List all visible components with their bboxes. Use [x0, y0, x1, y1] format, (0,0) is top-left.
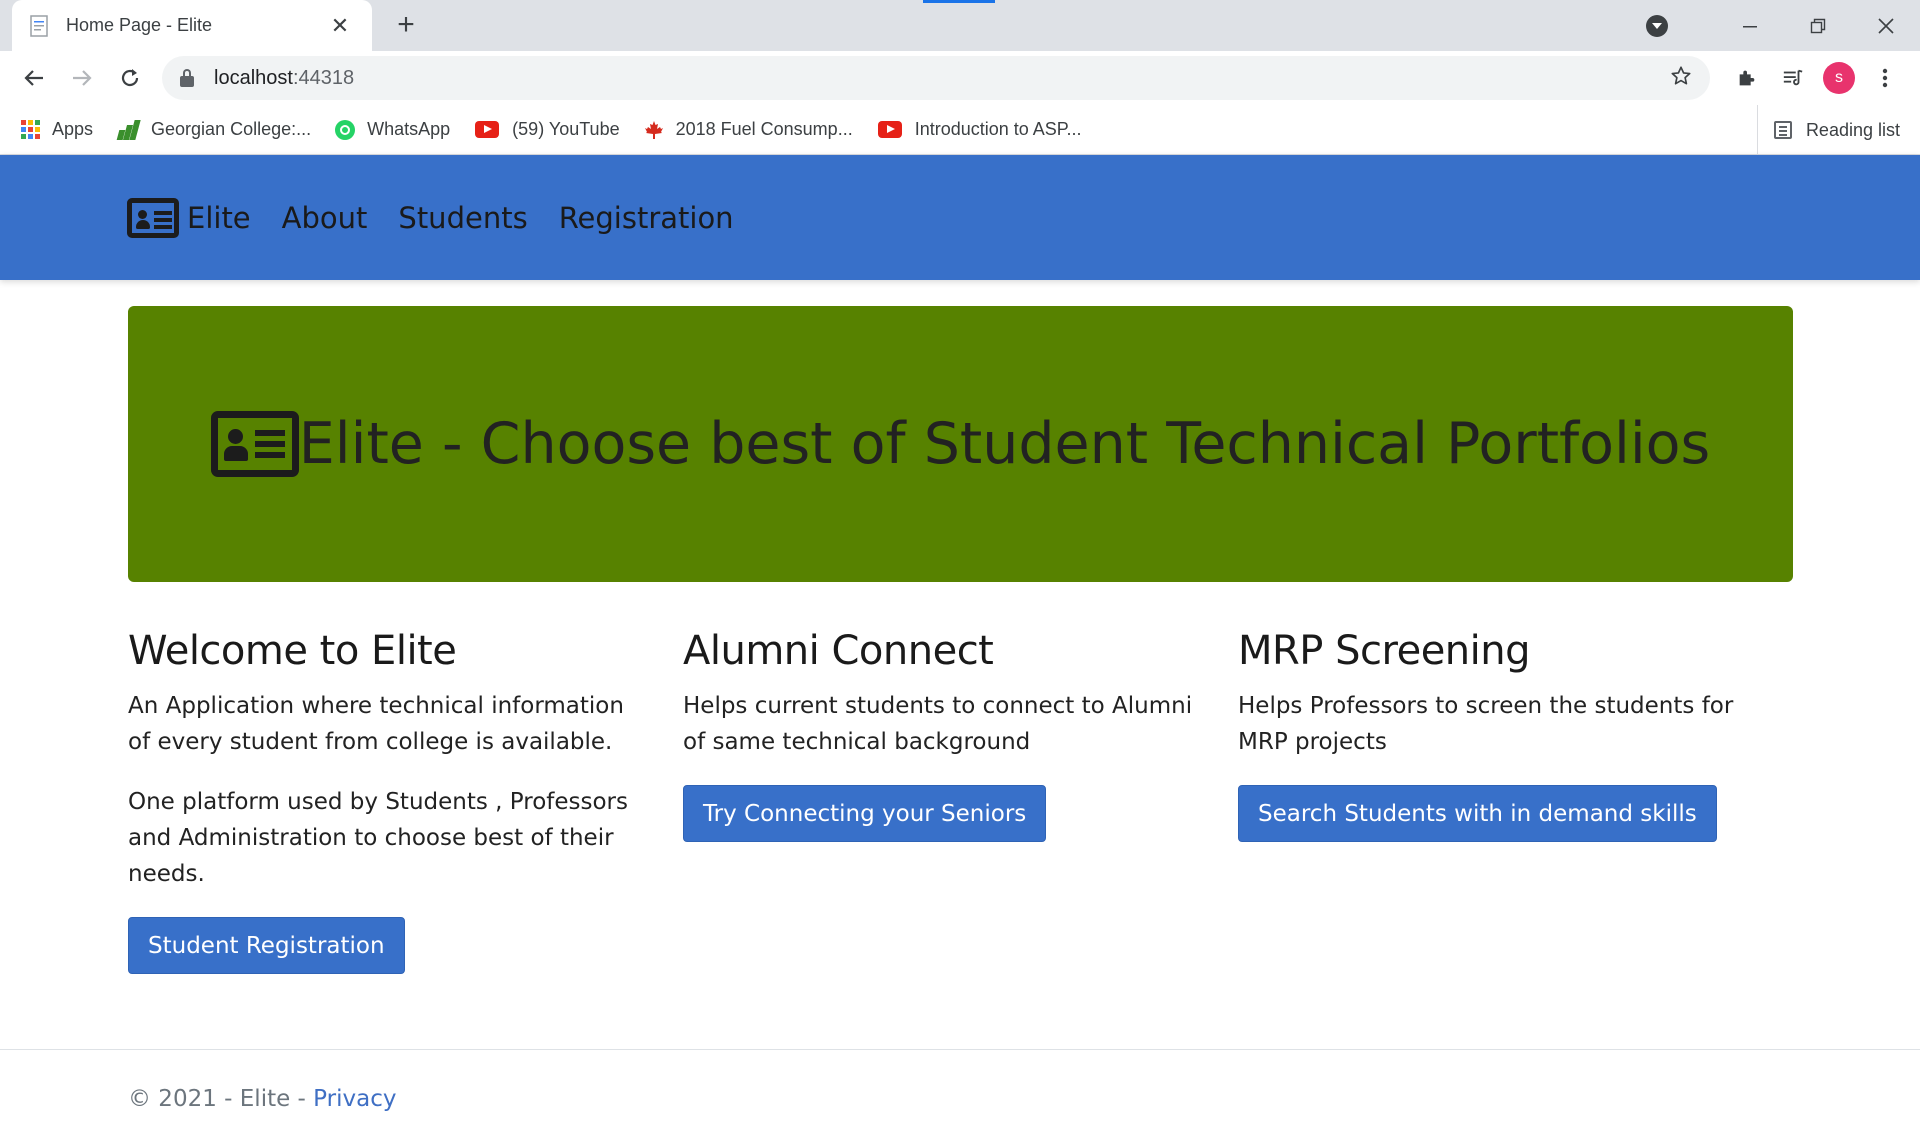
- bookmark-label: WhatsApp: [367, 119, 451, 139]
- reading-list-icon: [1773, 121, 1792, 139]
- bookmark-apps[interactable]: Apps: [20, 119, 93, 140]
- address-bar[interactable]: localhost:44318: [162, 56, 1710, 100]
- profile-initial: s: [1823, 62, 1855, 94]
- nav-link-about[interactable]: About: [282, 201, 368, 235]
- bookmark-star-icon[interactable]: [1670, 63, 1692, 94]
- new-tab-button[interactable]: +: [390, 10, 422, 42]
- privacy-link[interactable]: Privacy: [313, 1086, 396, 1112]
- nav-link-registration[interactable]: Registration: [559, 201, 734, 235]
- hero-title: Elite - Choose best of Student Technical…: [298, 411, 1711, 477]
- youtube-icon: [474, 120, 500, 140]
- minimize-icon[interactable]: [1716, 0, 1784, 51]
- reload-icon[interactable]: [108, 56, 152, 100]
- youtube-icon: [877, 120, 903, 140]
- id-card-icon: [210, 411, 299, 477]
- reading-list-label: Reading list: [1805, 119, 1900, 140]
- search-students-button[interactable]: Search Students with in demand skills: [1238, 785, 1717, 842]
- column-heading: Welcome to Elite: [128, 628, 457, 674]
- id-card-icon: [127, 197, 179, 238]
- url-host: localhost: [214, 66, 293, 89]
- toolbar-right: s: [1724, 56, 1908, 100]
- url-port: :44318: [292, 66, 355, 89]
- browser-toolbar: localhost:44318 s: [0, 51, 1920, 105]
- bookmark-label: Introduction to ASP...: [914, 119, 1082, 139]
- media-queue-icon[interactable]: [1770, 56, 1816, 100]
- column-heading: MRP Screening: [1238, 628, 1531, 674]
- nav-link-students[interactable]: Students: [398, 201, 527, 235]
- bookmark-label: Georgian College:...: [151, 119, 312, 139]
- back-arrow-icon[interactable]: [12, 56, 56, 100]
- site-navbar: Elite About Students Registration: [0, 155, 1920, 280]
- column-paragraph: Helps current students to connect to Alu…: [683, 693, 1193, 755]
- bookmark-label: 2018 Fuel Consump...: [675, 119, 853, 139]
- bookmark-youtube[interactable]: (59) YouTube: [474, 119, 620, 140]
- browser-menu-icon[interactable]: [1862, 56, 1908, 100]
- tab-close-icon[interactable]: ✕: [326, 13, 354, 39]
- lock-icon[interactable]: [180, 69, 194, 87]
- tab-search-icon[interactable]: [1646, 14, 1668, 37]
- forward-arrow-icon[interactable]: [60, 56, 104, 100]
- tab-loading-indicator: [923, 0, 995, 3]
- column-paragraph: One platform used by Students , Professo…: [128, 789, 628, 887]
- window-controls: [1646, 0, 1920, 51]
- close-window-icon[interactable]: [1852, 0, 1920, 51]
- bookmark-label: Apps: [52, 119, 94, 139]
- feature-columns: Welcome to Elite An Application where te…: [128, 628, 1793, 974]
- browser-tab-active[interactable]: Home Page - Elite ✕: [12, 0, 372, 51]
- feature-column-welcome: Welcome to Elite An Application where te…: [128, 628, 683, 974]
- feature-column-mrp: MRP Screening Helps Professors to screen…: [1238, 628, 1793, 974]
- tab-title: Home Page - Elite: [66, 15, 213, 35]
- restore-icon[interactable]: [1784, 0, 1852, 51]
- bookmark-label: (59) YouTube: [512, 119, 620, 139]
- profile-avatar[interactable]: s: [1816, 56, 1862, 100]
- whatsapp-icon: [335, 119, 356, 140]
- brand-label: Elite: [187, 200, 251, 235]
- footer-copyright: © 2021 - Elite - Privacy: [128, 1086, 396, 1112]
- georgian-college-icon: [116, 119, 141, 140]
- site-footer: © 2021 - Elite - Privacy: [0, 1049, 1920, 1140]
- apps-grid-icon: [20, 120, 40, 140]
- footer-text: © 2021 - Elite -: [128, 1086, 314, 1112]
- bookmark-asp-intro[interactable]: Introduction to ASP...: [877, 119, 1082, 140]
- connect-seniors-button[interactable]: Try Connecting your Seniors: [683, 785, 1047, 842]
- bookmark-fuel-consumption[interactable]: 2018 Fuel Consump...: [644, 119, 853, 140]
- column-heading: Alumni Connect: [683, 628, 994, 674]
- browser-chrome: Home Page - Elite ✕ + localhost:44318 s…: [0, 0, 1920, 155]
- bookmarks-bar: Apps Georgian College:... WhatsApp (59) …: [0, 105, 1920, 155]
- hero-title-wrapper: Elite - Choose best of Student Technical…: [210, 411, 1711, 477]
- navbar-brand[interactable]: Elite: [127, 197, 282, 238]
- page-favicon-icon: [30, 14, 50, 37]
- tab-strip: Home Page - Elite ✕ +: [0, 0, 1920, 51]
- student-registration-button[interactable]: Student Registration: [128, 917, 405, 974]
- feature-column-alumni: Alumni Connect Helps current students to…: [683, 628, 1238, 974]
- reading-list-button[interactable]: Reading list: [1756, 105, 1900, 155]
- bookmark-whatsapp[interactable]: WhatsApp: [335, 119, 450, 140]
- column-paragraph: An Application where technical informati…: [128, 693, 624, 755]
- bookmark-georgian-college[interactable]: Georgian College:...: [116, 119, 312, 140]
- navbar-inner: Elite About Students Registration: [127, 155, 765, 280]
- maple-leaf-icon: [644, 120, 664, 140]
- hero-jumbotron: Elite - Choose best of Student Technical…: [128, 306, 1793, 582]
- column-paragraph: Helps Professors to screen the students …: [1238, 693, 1734, 755]
- extensions-puzzle-icon[interactable]: [1724, 56, 1770, 100]
